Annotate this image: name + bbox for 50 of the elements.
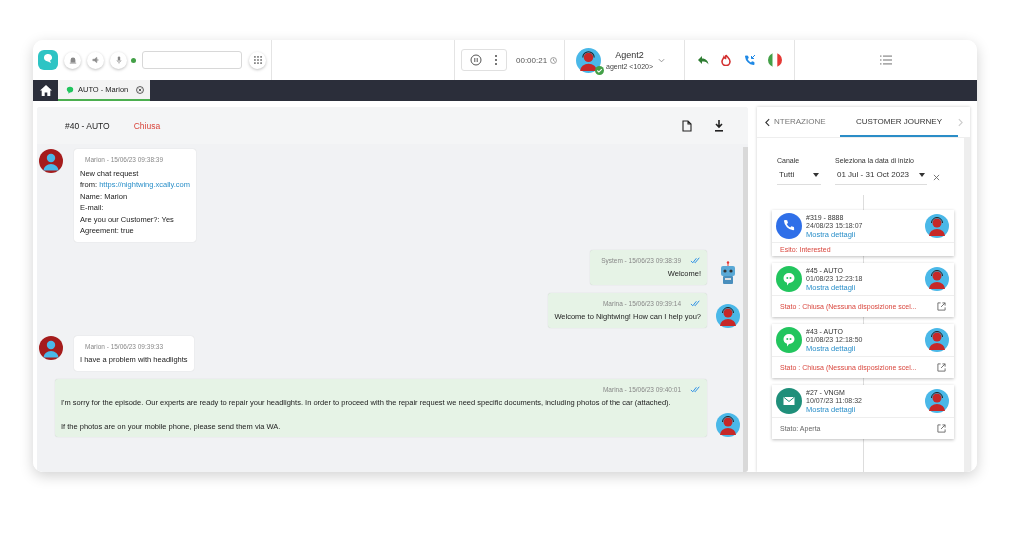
phone-icon [776,213,802,239]
document-icon[interactable] [682,119,692,132]
open-external-icon[interactable] [937,302,946,311]
close-icon[interactable] [136,85,145,94]
open-external-icon[interactable] [937,424,946,433]
home-icon [39,85,52,96]
conversation-status: Chiusa [133,120,161,131]
agent-avatar [925,267,949,291]
envelope-icon [776,388,802,414]
incoming-call-icon[interactable] [743,54,756,66]
timer-icon [550,56,558,64]
customer-avatar [39,149,63,173]
download-icon[interactable] [714,119,724,132]
caret-icon [813,172,819,177]
agent-name: Agent2 [615,50,644,60]
alarm-icon [68,56,77,64]
conversation-title: #40 - AUTO [65,120,110,131]
chat-bubble-icon [776,266,802,292]
flame-icon[interactable] [721,54,732,66]
filter-select[interactable]: 01 Jul - 31 Oct 2023 [835,169,927,185]
chat-bubble-icon [66,85,74,94]
filter-select[interactable]: Tutti [777,169,821,185]
alarm-button[interactable] [64,51,81,69]
panel-tab[interactable]: CUSTOMER JOURNEY [840,107,958,137]
italy-flag-icon[interactable] [767,53,782,67]
customer-avatar [39,335,63,360]
panel-tab[interactable]: NTERAZIONE [770,107,840,137]
open-external-icon[interactable] [937,363,946,372]
volume-button[interactable] [87,51,104,69]
agent-avatar [716,303,740,328]
chat-bubble-icon [776,327,802,353]
keypad-icon [253,56,262,64]
speaker-icon [91,56,100,64]
agent-avatar [925,214,949,238]
agent-avatar [925,328,949,352]
keypad-button[interactable] [249,51,266,69]
dial-field[interactable] [142,51,242,69]
call-timer: 00:00:21 [516,55,548,65]
agent-avatar[interactable] [576,47,601,73]
scrollbar[interactable] [743,147,748,472]
clear-icon[interactable] [933,173,940,181]
more-button[interactable] [494,54,498,66]
pause-button[interactable] [470,54,482,66]
agent-avatar [716,413,740,437]
reply-arrow-icon[interactable] [697,55,710,65]
caret-icon [919,172,925,177]
microphone-icon [114,56,123,64]
chevron-left-icon[interactable] [765,117,770,127]
agent-avatar [925,389,949,413]
menu-icon[interactable] [880,55,892,65]
